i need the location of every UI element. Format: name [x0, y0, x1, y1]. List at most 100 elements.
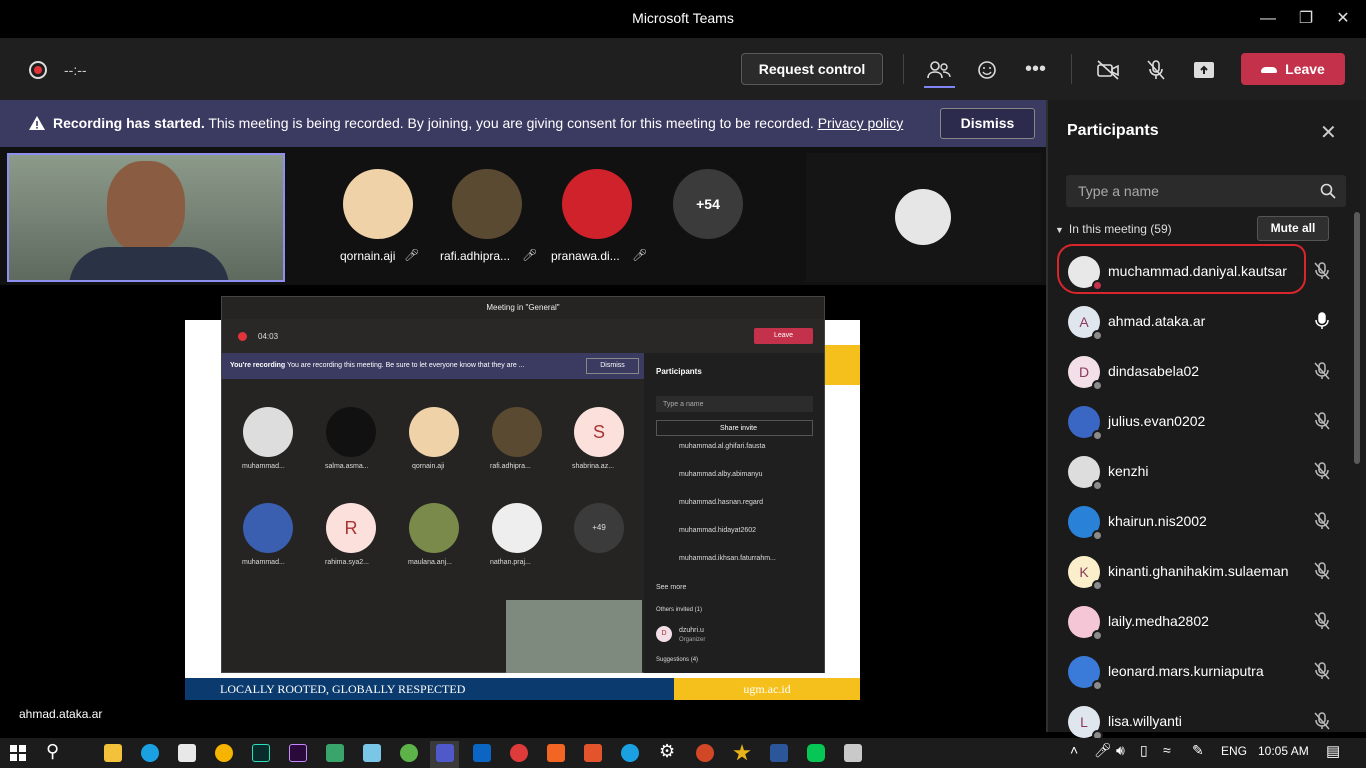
dismiss-button[interactable]: Dismiss — [940, 108, 1035, 139]
app-icon[interactable] — [584, 744, 602, 762]
download-icon[interactable] — [400, 744, 418, 762]
participant-avatar[interactable] — [562, 169, 632, 239]
notifications-icon[interactable]: ▤ — [1326, 742, 1340, 760]
premiere-icon[interactable] — [289, 744, 307, 762]
grid-avatar: S — [574, 407, 624, 457]
more-options-icon[interactable]: ••• — [1025, 58, 1046, 81]
mic-muted-icon[interactable] — [1312, 561, 1332, 581]
participant-row[interactable]: kenzhi — [1066, 447, 1346, 497]
app-icon[interactable] — [547, 744, 565, 762]
grid-name: muhammad... — [242, 559, 285, 566]
request-control-button[interactable]: Request control — [741, 53, 883, 85]
mic-muted-icon[interactable] — [1312, 711, 1332, 731]
participant-row[interactable]: khairun.nis2002 — [1066, 497, 1346, 547]
shared-self-view — [506, 600, 642, 673]
participant-avatar — [1068, 606, 1103, 641]
active-tab-underline — [924, 86, 955, 88]
windows-taskbar — [0, 738, 1366, 768]
camera-off-icon[interactable] — [1095, 58, 1121, 82]
participant-name: dindasabela02 — [1108, 363, 1200, 379]
mic-muted-icon[interactable] — [1312, 661, 1332, 681]
close-icon[interactable]: ✕ — [1331, 8, 1355, 30]
more-participants-button[interactable]: +54 — [673, 169, 743, 239]
mic-muted-icon[interactable] — [1312, 411, 1332, 431]
presence-status-icon — [1092, 330, 1103, 341]
in-meeting-header[interactable]: ▼ In this meeting (59) — [1055, 222, 1172, 236]
app-icon[interactable] — [844, 744, 862, 762]
internet-explorer-icon[interactable] — [621, 744, 639, 762]
reactions-icon[interactable] — [974, 58, 1000, 82]
search-icon[interactable] — [1320, 183, 1336, 199]
tray-language[interactable]: ENG — [1221, 744, 1247, 758]
panel-scrollbar[interactable] — [1354, 212, 1360, 464]
audition-icon[interactable] — [252, 744, 270, 762]
grid-avatar — [492, 503, 542, 553]
app-icon[interactable] — [326, 744, 344, 762]
file-explorer-icon[interactable] — [104, 744, 122, 762]
participant-avatar[interactable] — [452, 169, 522, 239]
panel-title: Participants — [1067, 122, 1159, 139]
participant-name: qornain.aji — [340, 249, 396, 263]
mic-muted-icon[interactable] — [1312, 261, 1332, 281]
participant-row[interactable]: Kkinanti.ghanihakim.sulaeman — [1066, 547, 1346, 597]
mic-muted-icon[interactable] — [1312, 361, 1332, 381]
notepad-icon[interactable] — [363, 744, 381, 762]
tray-pen-icon[interactable]: ✎ — [1192, 742, 1204, 759]
minimize-icon[interactable]: — — [1256, 8, 1280, 30]
mic-muted-icon[interactable] — [1312, 511, 1332, 531]
tray-wifi-icon[interactable]: ≈ — [1163, 742, 1171, 758]
mic-on-icon[interactable] — [1312, 311, 1332, 331]
participant-avatar — [895, 189, 951, 245]
recording-indicator-icon — [29, 61, 47, 79]
mic-off-icon[interactable] — [1143, 58, 1169, 82]
settings-gear-icon[interactable]: ⚙ — [659, 741, 675, 762]
teams-icon[interactable] — [436, 744, 454, 762]
word-icon[interactable] — [770, 744, 788, 762]
maximize-icon[interactable]: ❐ — [1294, 8, 1318, 30]
self-video-tile[interactable] — [7, 153, 285, 282]
mute-all-button[interactable]: Mute all — [1257, 216, 1329, 241]
pinned-video-tile[interactable] — [806, 153, 1041, 282]
mic-muted-icon[interactable] — [1312, 611, 1332, 631]
participant-name: rafi.adhipra... — [440, 249, 511, 263]
close-panel-icon[interactable]: ✕ — [1320, 120, 1337, 145]
participants-icon[interactable] — [926, 58, 952, 82]
powerpoint-icon[interactable] — [696, 744, 714, 762]
app-icon[interactable] — [473, 744, 491, 762]
participant-row[interactable]: Aahmad.ataka.ar — [1066, 297, 1346, 347]
participant-name: laily.medha2802 — [1108, 613, 1209, 629]
participant-row[interactable]: laily.medha2802 — [1066, 597, 1346, 647]
presence-status-icon — [1092, 630, 1103, 641]
app-icon[interactable] — [510, 744, 528, 762]
grid-name: rahima.sya2... — [325, 559, 369, 566]
edge-icon[interactable] — [141, 744, 159, 762]
shared-suggestions: Suggestions (4) — [656, 657, 699, 663]
leave-button[interactable]: Leave — [1241, 53, 1345, 85]
privacy-policy-link[interactable]: Privacy policy — [818, 115, 904, 131]
participant-name: julius.evan0202 — [1108, 413, 1206, 429]
chrome-icon[interactable] — [215, 744, 233, 762]
speaker-shirt — [69, 247, 229, 280]
tray-volume-icon[interactable]: 🔊︎ — [1116, 742, 1125, 759]
line-icon[interactable] — [807, 744, 825, 762]
participant-row[interactable]: julius.evan0202 — [1066, 397, 1346, 447]
participant-avatar: L — [1068, 706, 1103, 741]
participant-avatar — [1068, 506, 1103, 541]
tray-chevron-icon[interactable]: ˄ — [1070, 742, 1078, 758]
presence-status-icon — [1092, 680, 1103, 691]
mic-muted-icon[interactable] — [1312, 461, 1332, 481]
windows-start-icon[interactable] — [10, 745, 26, 761]
participant-avatar: D — [1068, 356, 1103, 391]
taskbar-search-icon[interactable]: ⚲ — [46, 741, 59, 762]
store-icon[interactable] — [178, 744, 196, 762]
participant-search-input[interactable] — [1066, 175, 1306, 207]
participant-row[interactable]: leonard.mars.kurniaputra — [1066, 647, 1346, 697]
share-screen-icon[interactable] — [1191, 58, 1217, 82]
participant-avatar[interactable] — [343, 169, 413, 239]
in-meeting-label: In this meeting (59) — [1068, 222, 1172, 236]
tray-mic-icon[interactable]: 🎤︎ — [1094, 742, 1112, 759]
tray-battery-icon[interactable]: ▯ — [1140, 742, 1148, 759]
tray-clock[interactable]: 10:05 AM — [1258, 744, 1309, 758]
slide-footer-left: LOCALLY ROOTED, GLOBALLY RESPECTED — [185, 678, 674, 700]
participant-row[interactable]: Ddindasabela02 — [1066, 347, 1346, 397]
